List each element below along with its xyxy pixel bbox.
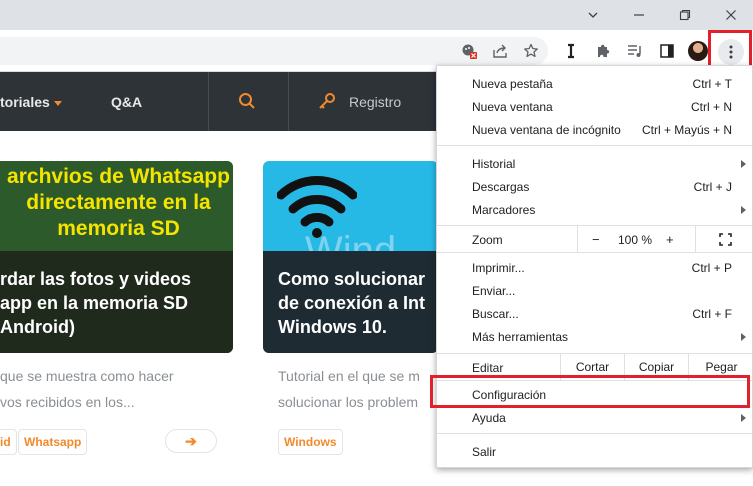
menu-item-history[interactable]: Historial [437,152,753,175]
search-icon[interactable] [238,92,256,110]
arrow-right-icon: ➔ [185,432,197,449]
menu-item-print[interactable]: Imprimir... Ctrl + P [437,256,753,279]
nav-tutoriales[interactable]: toriales [0,94,62,110]
menu-item-label: Nueva ventana [472,100,553,114]
card-excerpt: que se muestra como hacer vos recibidos … [0,363,174,415]
tag-chip[interactable]: id [0,429,17,455]
card-title-line: app en la memoria SD [0,293,189,313]
menu-separator [437,145,753,146]
menu-item-label: Descargas [472,180,530,194]
share-icon[interactable] [489,40,511,62]
card-excerpt: Tutorial en el que se m solucionar los p… [278,363,420,415]
menu-item-bookmarks[interactable]: Marcadores [437,198,753,221]
nav-divider [208,72,209,131]
menu-shortcut: Ctrl + F [692,307,732,321]
chevron-down-icon[interactable] [570,0,616,30]
card-title-line: Como solucionar [278,269,426,289]
card-title-line: de conexión a Int [278,293,426,313]
edit-label: Editar [472,361,504,375]
nav-qa[interactable]: Q&A [111,94,142,110]
menu-item-label: Imprimir... [472,261,525,275]
menu-item-label: Historial [472,157,516,171]
card-title[interactable]: Como solucionar de conexión a Int Window… [278,267,425,339]
card-image-text: archvios de Whatsapp directamente en la … [0,161,233,242]
nav-divider [288,72,289,131]
menu-shortcut: Ctrl + P [691,261,732,275]
zoom-value: 100 % [618,233,653,247]
caret-down-icon [53,100,62,106]
menu-item-exit[interactable]: Salir [437,440,753,463]
card-title-line: Android) [0,317,75,337]
side-panel-icon[interactable] [656,40,678,62]
restore-icon[interactable] [662,0,708,30]
submenu-arrow-icon [741,414,746,422]
menu-item-label: Nueva ventana de incógnito [472,123,621,137]
menu-item-label: Salir [472,445,497,459]
menu-item-label: Buscar... [472,307,519,321]
excerpt-line: vos recibidos en los... [0,394,135,410]
submenu-arrow-icon [741,206,746,214]
menu-item-help[interactable]: Ayuda [437,406,753,429]
bookmark-star-icon[interactable] [520,40,542,62]
submenu-arrow-icon [741,160,746,168]
menu-item-label: Marcadores [472,203,536,217]
excerpt-line: Tutorial en el que se m [278,368,420,384]
title-bar [0,0,753,30]
card-image-line: archvios de Whatsapp [7,165,230,188]
menu-shortcut: Ctrl + T [692,77,732,91]
nav-registro[interactable]: Registro [349,94,401,110]
card-title-line: rdar las fotos y videos [0,269,192,289]
close-icon[interactable] [708,0,753,30]
card-image-line: memoria SD [57,217,180,240]
menu-item-new-tab[interactable]: Nueva pestaña Ctrl + T [437,72,753,95]
menu-separator [437,252,753,253]
zoom-controls: − 100 % + [577,226,695,252]
reading-list-icon[interactable] [624,40,646,62]
settings-highlight [430,375,750,408]
menu-item-label: Ayuda [472,411,506,425]
menu-item-label: Enviar... [472,284,516,298]
submenu-arrow-icon [741,333,746,341]
menu-item-send[interactable]: Enviar... [437,279,753,302]
fullscreen-button[interactable] [695,226,753,252]
menu-item-incognito[interactable]: Nueva ventana de incógnito Ctrl + Mayús +… [437,118,753,141]
minimize-icon[interactable] [616,0,662,30]
card-title-line: Windows 10. [278,317,387,337]
article-card[interactable]: archvios de Whatsapp directamente en la … [0,161,233,353]
excerpt-line: solucionar los problem [278,394,419,410]
read-more-button[interactable]: ➔ [165,429,217,453]
menu-item-label: Más herramientas [472,330,569,344]
fullscreen-icon [719,233,732,246]
menu-item-downloads[interactable]: Descargas Ctrl + J [437,175,753,198]
tag-chip[interactable]: Whatsapp [18,429,88,455]
profile-avatar[interactable] [688,41,708,61]
card-image-line: directamente en la [26,191,211,214]
menu-shortcut: Ctrl + J [693,180,732,194]
article-card[interactable]: Wind Como solucionar de conexión a Int W… [263,161,438,353]
menu-shortcut: Ctrl + N [690,100,732,114]
menu-separator [437,433,753,434]
menu-item-label: Nueva pestaña [472,77,553,91]
menu-item-find[interactable]: Buscar... Ctrl + F [437,302,753,325]
zoom-in-button[interactable]: + [666,232,674,247]
zoom-label: Zoom [472,233,503,247]
extension-i-icon[interactable] [560,40,582,62]
nav-tutoriales-label: toriales [0,94,50,110]
card-image: archvios de Whatsapp directamente en la … [0,161,233,251]
tag-chip[interactable]: Windows [278,429,343,455]
menu-item-new-window[interactable]: Nueva ventana Ctrl + N [437,95,753,118]
tracking-blocked-icon[interactable] [458,40,480,62]
card-title[interactable]: rdar las fotos y videos app en la memori… [0,267,191,339]
zoom-out-button[interactable]: − [592,232,600,247]
puzzle-icon[interactable] [592,40,614,62]
key-icon [318,92,336,110]
menu-shortcut: Ctrl + Mayús + N [641,123,732,137]
excerpt-line: que se muestra como hacer [0,368,174,384]
menu-item-more-tools[interactable]: Más herramientas [437,325,753,348]
menu-zoom-row: Zoom − 100 % + [437,226,753,252]
